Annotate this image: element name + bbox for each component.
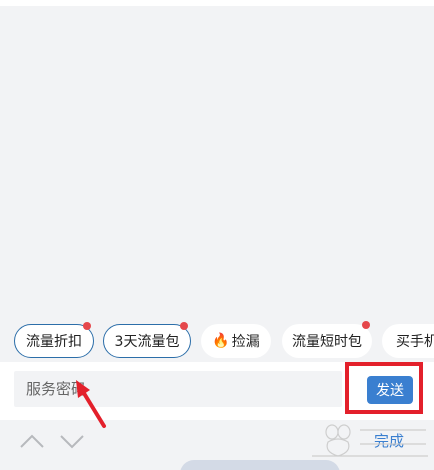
chat-screen: 流量折扣 3天流量包 🔥 捡漏 流量短时包 买手机 发送 完成 bbox=[0, 0, 434, 470]
send-button[interactable]: 发送 bbox=[367, 376, 413, 404]
quick-reply-chip[interactable]: 3天流量包 bbox=[103, 322, 191, 358]
quick-reply-label: 买手机 bbox=[396, 334, 434, 350]
chevron-down-icon[interactable] bbox=[58, 430, 86, 452]
notification-dot bbox=[83, 322, 91, 330]
quick-reply-chip[interactable]: 流量短时包 bbox=[282, 321, 372, 358]
quick-reply-label: 捡漏 bbox=[231, 334, 260, 350]
fire-icon: 🔥 bbox=[212, 333, 230, 349]
done-button[interactable]: 完成 bbox=[374, 430, 404, 451]
quick-reply-chip[interactable]: 🔥 捡漏 bbox=[201, 324, 271, 358]
notification-dot bbox=[180, 322, 188, 330]
annotation-arrow-icon bbox=[76, 380, 106, 428]
quick-reply-chip[interactable]: 流量折扣 bbox=[14, 322, 94, 358]
quick-reply-row[interactable]: 流量折扣 3天流量包 🔥 捡漏 流量短时包 买手机 bbox=[0, 318, 434, 362]
notification-dot bbox=[362, 321, 370, 329]
quick-reply-label: 流量折扣 bbox=[26, 334, 82, 350]
quick-reply-chip[interactable]: 买手机 bbox=[382, 324, 434, 358]
message-image-preview bbox=[180, 460, 340, 470]
quick-reply-label: 流量短时包 bbox=[292, 334, 362, 350]
chevron-up-icon[interactable] bbox=[18, 430, 46, 452]
quick-reply-label: 3天流量包 bbox=[114, 334, 180, 350]
chat-area[interactable] bbox=[0, 6, 434, 312]
